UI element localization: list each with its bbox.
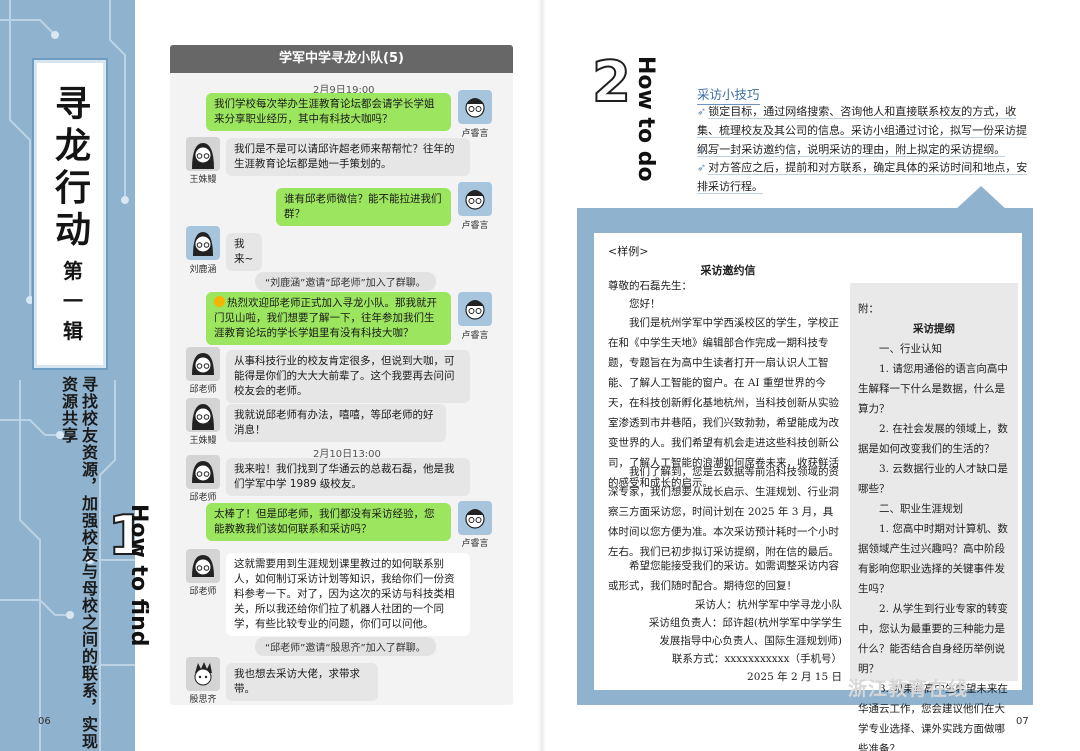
- section-number: 2: [591, 49, 632, 116]
- letter-paragraph: 希望您能接受我们的采访。如需调整采访内容或形式，我们随时配合。期待您的回复！: [608, 560, 839, 592]
- chat-message: 从事科技行业的校友肯定很多，但说到大咖，可能得是你们的大大大前辈了。这个我要再去…: [226, 350, 470, 403]
- chat-message: 这就需要用到生涯规划课里教过的如何联系别人，如何制订采访计划等知识，我给你们一份…: [226, 553, 470, 636]
- series-banner: 寻 龙 行 动 第 一 辑: [34, 60, 106, 368]
- sender-name: 邱老师: [189, 587, 217, 597]
- girl-avatar-icon: [192, 404, 214, 430]
- section-heading: How to do: [633, 56, 658, 182]
- chat-message: 我们是不是可以请邱许超老师来帮帮忙？往年的生涯教育论坛都是她一手策划的。: [226, 138, 470, 176]
- page-fold: [538, 0, 546, 751]
- outline-section-heading: 二、职业生涯规划: [879, 503, 963, 515]
- avatar: [186, 226, 220, 260]
- boy-avatar-icon: [465, 300, 485, 320]
- system-notice: “刘鹿涵”邀请“邱老师”加入了群聊。: [255, 272, 436, 291]
- interview-outline: 附： 采访提纲 一、行业认知 1. 请您用通俗的语言向高中生解释一下什么是数据，…: [850, 283, 1018, 751]
- signature-line: 联系方式：xxxxxxxxxxx（手机号）: [671, 653, 842, 665]
- banner-subtitle-char: 一: [63, 289, 83, 313]
- teacher-avatar-icon: [192, 353, 214, 375]
- sender-name: 王姝鳗: [189, 175, 217, 185]
- outline-section-heading: 一、行业认知: [879, 343, 942, 355]
- frame-speech-notch: [955, 186, 1007, 210]
- signature-line: 采访人：杭州学军中学寻龙小队: [695, 599, 842, 611]
- signature-line: 采访组负责人：邱许超(杭州学军中学学生: [648, 617, 842, 629]
- avatar: [458, 292, 492, 326]
- chat-message: 热烈欢迎邱老师正式加入寻龙小队。那我就开门见山啦，我们想要了解一下，往年参加我们…: [206, 292, 451, 345]
- outline-title: 采访提纲: [913, 323, 955, 335]
- page-number-left: 06: [38, 716, 51, 727]
- girl-avatar-icon: [192, 143, 214, 169]
- boy-avatar-icon: [194, 662, 212, 686]
- chat-message: 我也想去采访大佬，求带求带。: [226, 663, 378, 701]
- sender-name: 邱老师: [189, 385, 217, 395]
- boy-avatar-icon: [465, 190, 485, 210]
- outline-question: 2. 从学生到行业专家的转变中，您认为最重要的三种能力是什么？能否结合自身经历举…: [858, 603, 1008, 675]
- girl-avatar-icon: [193, 232, 213, 256]
- chat-message: 我来啦！我们找到了华通云的总裁石磊，他是我们学军中学 1989 级校友。: [226, 458, 470, 496]
- watermark: 浙江教育在线: [848, 678, 969, 700]
- outline-question: 1. 您高中时期对计算机、数据领域产生过兴趣吗？高中阶段有影响您职业选择的关键事…: [858, 523, 1008, 595]
- avatar: [458, 182, 492, 216]
- banner-subtitle-char: 第: [63, 259, 83, 283]
- outline-question: 1. 请您用通俗的语言向高中生解释一下什么是数据，什么是算力？: [858, 363, 1008, 415]
- chat-message: 我们学校每次举办生涯教育论坛都会请学长学姐来分享职业经历，其中有科技大咖吗？: [206, 93, 451, 131]
- letter-paragraph: 我们了解到，您是云数据等前沿科技领域的资深专家，我们想要从成长启示、生涯规划、行…: [608, 466, 839, 558]
- appendix-label: 附：: [858, 303, 879, 315]
- sender-name: 卢睿言: [461, 539, 489, 549]
- letter-greeting: 您好！: [629, 298, 661, 310]
- chat-message: 我来~: [226, 233, 262, 271]
- sender-name: 殷思齐: [189, 695, 217, 705]
- banner-title-char: 动: [54, 209, 91, 251]
- tip-text: 写一封采访邀约信，说明采访的理由，附上拟定的采访提纲。: [708, 143, 1006, 157]
- sender-name: 邱老师: [189, 493, 217, 503]
- vertical-subtitle: 寻找校友资源，加强校友与母校之间的联系，实现资源共享: [59, 376, 98, 750]
- arrow-bullet-icon: ➶: [697, 143, 707, 156]
- sender-name: 卢睿言: [461, 331, 489, 341]
- section-heading: How to find: [126, 504, 151, 647]
- smile-emoji-icon: [214, 296, 225, 307]
- sender-name: 卢睿言: [461, 221, 489, 231]
- page-number-right: 07: [1016, 716, 1029, 727]
- banner-subtitle-char: 辑: [63, 319, 83, 343]
- chat-message-text: 热烈欢迎邱老师正式加入寻龙小队。那我就开门见山啦，我们想要了解一下，往年参加我们…: [214, 297, 437, 339]
- chat-message: 太棒了！但是邱老师，我们都没有采访经验，您能教教我们该如何联系和采访吗？: [206, 503, 451, 541]
- avatar: [458, 90, 492, 124]
- signature-line: 2025 年 2 月 15 日: [747, 671, 842, 683]
- how-to-find-heading: 1 How to find: [107, 498, 160, 658]
- boy-avatar-icon: [465, 98, 485, 118]
- avatar: [186, 398, 220, 432]
- avatar: [186, 455, 220, 489]
- letter-salutation: 尊敬的石磊先生：: [608, 280, 692, 292]
- teacher-avatar-icon: [192, 461, 214, 483]
- chat-message: 谁有邱老师微信？能不能拉进我们群？: [276, 188, 451, 226]
- arrow-bullet-icon: ➶: [697, 161, 707, 174]
- sender-name: 刘鹿涵: [189, 265, 217, 275]
- outline-question: 2. 在社会发展的领域上，数据是如何改变我们的生活的？: [858, 423, 1008, 455]
- avatar: [186, 549, 220, 583]
- boy-avatar-icon: [465, 509, 485, 529]
- avatar: [186, 347, 220, 381]
- signature-line: 发展指导中心负责人、国际生涯规划师): [659, 635, 842, 647]
- outline-question: 3. 云数据行业的人才缺口是哪些？: [858, 463, 1008, 495]
- tip-item: ➶ 写一封采访邀约信，说明采访的理由，附上拟定的采访提纲。: [697, 140, 1037, 159]
- avatar: [186, 137, 220, 171]
- chat-title: 学军中学寻龙小队(5): [170, 45, 513, 73]
- arrow-bullet-icon: ➶: [697, 105, 707, 118]
- teacher-avatar-icon: [192, 555, 214, 577]
- sender-name: 王姝鳗: [189, 436, 217, 446]
- sample-label: <样例>: [608, 245, 649, 258]
- chat-message: 我就说邱老师有办法，嘻嘻，等邱老师的好消息！: [226, 404, 446, 442]
- avatar: [186, 657, 220, 691]
- system-notice: “邱老师”邀请“殷思齐”加入了群聊。: [255, 637, 436, 656]
- avatar: [458, 501, 492, 535]
